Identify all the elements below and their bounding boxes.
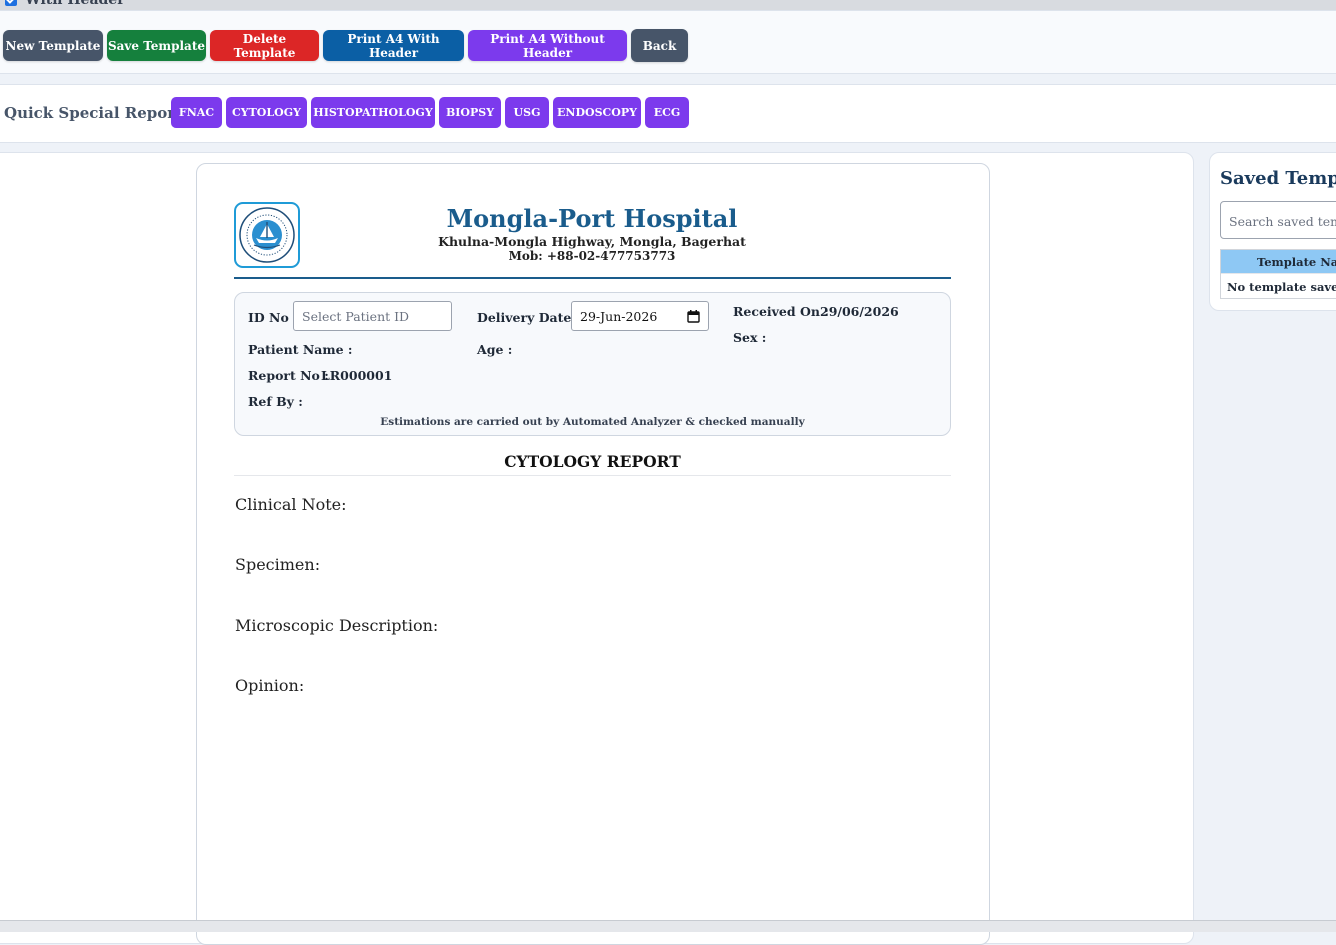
hospital-mobile: Mob: +88-02-477753773 xyxy=(508,249,676,263)
clinical-note-section[interactable]: Clinical Note: xyxy=(235,495,347,514)
received-on-value: 29/06/2026 xyxy=(820,304,899,319)
quick-report-fnac[interactable]: FNAC xyxy=(171,97,222,128)
with-header-label: With Header xyxy=(25,0,125,8)
hospital-name: Mongla-Port Hospital xyxy=(446,204,738,233)
report-paper xyxy=(196,163,990,945)
sex-label: Sex : xyxy=(733,330,767,345)
print-a4-with-header-button[interactable]: Print A4 With Header xyxy=(323,30,464,61)
received-on-label: Received On : xyxy=(733,304,829,319)
specimen-section[interactable]: Specimen: xyxy=(235,555,320,574)
microscopic-description-section[interactable]: Microscopic Description: xyxy=(235,616,438,635)
title-divider xyxy=(234,475,951,476)
delete-template-button[interactable]: Delete Template xyxy=(210,30,319,61)
quick-report-histopathology[interactable]: HISTOPATHOLOGY xyxy=(311,97,435,128)
back-button[interactable]: Back xyxy=(631,29,688,62)
patient-name-label: Patient Name : xyxy=(248,342,353,357)
ref-by-label: Ref By : xyxy=(248,394,303,409)
opinion-section[interactable]: Opinion: xyxy=(235,676,304,695)
new-template-button[interactable]: New Template xyxy=(3,30,103,61)
report-title: CYTOLOGY REPORT xyxy=(504,452,681,471)
calendar-icon[interactable] xyxy=(687,309,700,323)
quick-reports-label: Quick Special Reports: xyxy=(4,104,197,122)
id-label: ID No : xyxy=(248,310,298,325)
hospital-address: Khulna-Mongla Highway, Mongla, Bagerhat xyxy=(438,234,746,249)
quick-report-ecg[interactable]: ECG xyxy=(645,97,689,128)
saved-templates-search-input[interactable]: Search saved templates xyxy=(1220,201,1336,239)
analyzer-note: Estimations are carried out by Automated… xyxy=(380,416,805,428)
quick-report-endoscopy[interactable]: ENDOSCOPY xyxy=(553,97,641,128)
browser-bottom-strip xyxy=(0,920,1336,932)
quick-report-biopsy[interactable]: BIOPSY xyxy=(439,97,501,128)
patient-id-input[interactable]: Select Patient ID xyxy=(293,301,452,331)
delivery-date-label: Delivery Date : xyxy=(477,310,581,325)
save-template-button[interactable]: Save Template xyxy=(107,30,206,61)
saved-templates-title: Saved Templates xyxy=(1220,168,1336,189)
empty-templates-row: No template saved yet xyxy=(1221,273,1336,298)
checkbox-icon[interactable] xyxy=(5,0,17,6)
saved-templates-table: Template Name No template saved yet xyxy=(1220,249,1336,299)
age-label: Age : xyxy=(477,342,513,357)
quick-report-usg[interactable]: USG xyxy=(505,97,549,128)
with-header-toggle[interactable]: With Header xyxy=(5,0,125,10)
delivery-date-value: 29-Jun-2026 xyxy=(580,308,658,324)
quick-report-cytology[interactable]: CYTOLOGY xyxy=(226,97,307,128)
report-no-label: Report No : xyxy=(248,368,329,383)
template-name-header: Template Name xyxy=(1221,250,1336,273)
header-divider xyxy=(234,277,951,279)
report-no-value: LR000001 xyxy=(321,368,393,383)
print-a4-without-header-button[interactable]: Print A4 Without Header xyxy=(468,30,627,61)
delivery-date-input[interactable]: 29-Jun-2026 xyxy=(571,301,709,331)
